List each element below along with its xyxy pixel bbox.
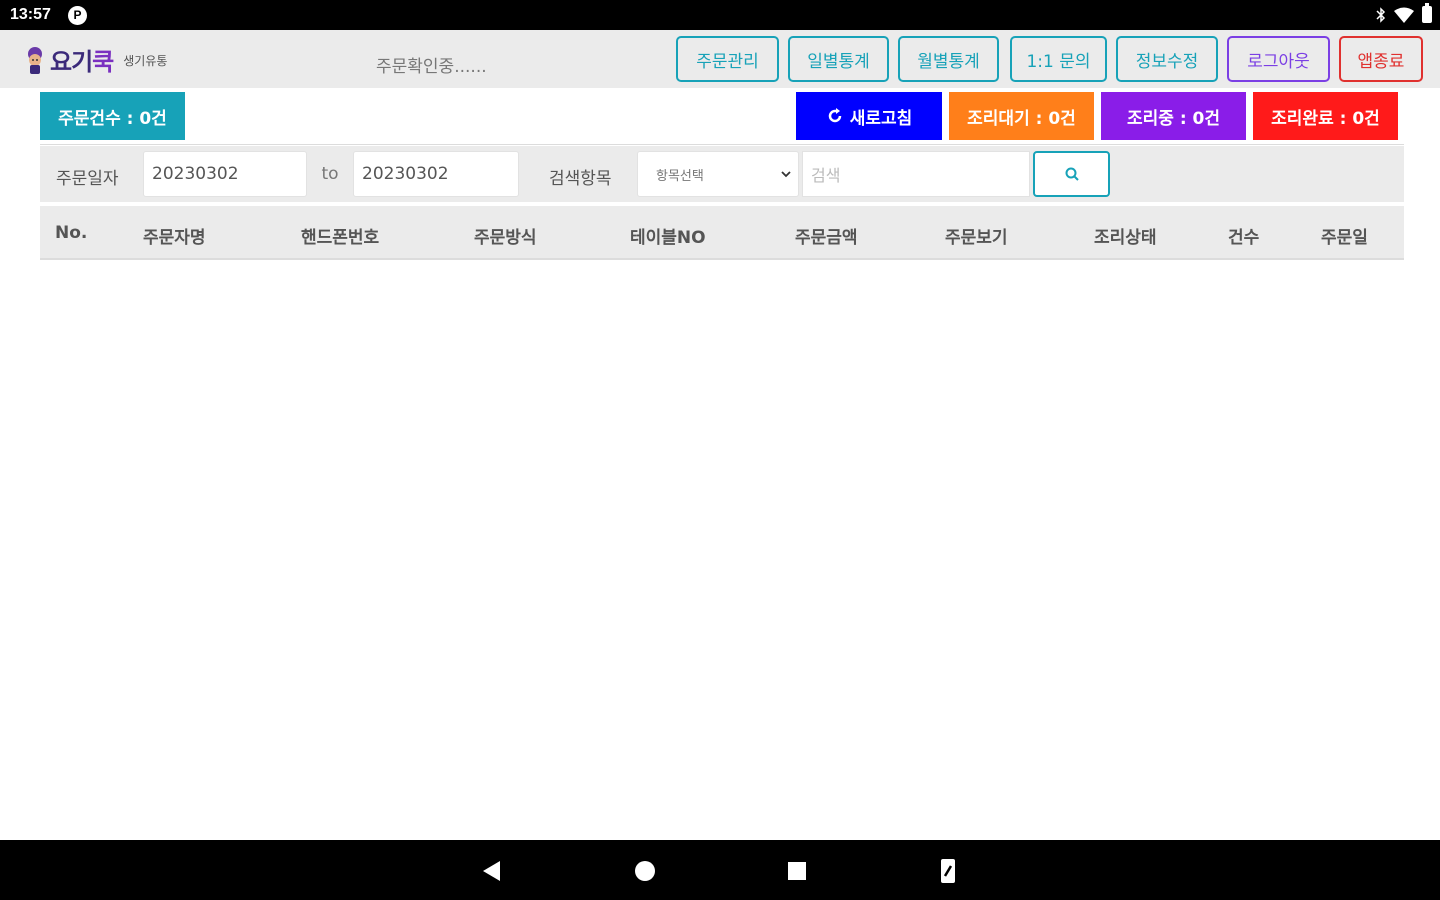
logo-accent-text: 쿡 xyxy=(92,48,114,76)
status-bar: 13:57 P xyxy=(0,0,1440,30)
status-icons xyxy=(1376,3,1432,23)
date-to-label: to xyxy=(321,164,339,184)
date-label: 주문일자 xyxy=(56,169,119,189)
nav-daily-stats-button[interactable]: 일별통계 xyxy=(788,36,889,82)
column-header-order-date: 주문일 xyxy=(1321,228,1368,248)
order-status-text: 주문확인중...... xyxy=(376,57,487,77)
nav-exit-app-button[interactable]: 앱종료 xyxy=(1339,36,1423,82)
status-time: 13:57 xyxy=(10,6,51,23)
column-header-phone: 핸드폰번호 xyxy=(301,228,380,248)
nav-inquiry-button[interactable]: 1:1 문의 xyxy=(1010,36,1107,82)
refresh-icon xyxy=(828,108,841,123)
column-header-table-no: 테이블NO xyxy=(630,228,706,248)
app-logo: 요기쿡 생기유통 xyxy=(22,42,167,77)
column-header-customer-name: 주문자명 xyxy=(143,228,206,248)
search-button[interactable] xyxy=(1033,151,1110,197)
refresh-button[interactable]: 새로고침 xyxy=(796,92,942,140)
app-notification-icon: P xyxy=(68,6,87,25)
date-to-input[interactable]: 20230302 xyxy=(353,151,519,197)
refresh-label: 새로고침 xyxy=(849,108,913,129)
wifi-icon xyxy=(1394,7,1414,23)
nav-edit-info-button[interactable]: 정보수정 xyxy=(1116,36,1218,82)
search-icon xyxy=(1065,167,1079,181)
divider xyxy=(40,144,1404,145)
orders-table-header: No. 주문자명 핸드폰번호 주문방식 테이블NO 주문금액 주문보기 조리상태… xyxy=(40,206,1404,260)
search-field-label: 검색항목 xyxy=(549,169,612,189)
column-header-order-type: 주문방식 xyxy=(474,228,537,248)
logo-main-text: 요기 xyxy=(50,48,93,76)
cook-wait-button[interactable]: 조리대기 : 0건 xyxy=(949,92,1094,140)
cooking-button[interactable]: 조리중 : 0건 xyxy=(1101,92,1246,140)
filter-bar: 주문일자 20230302 to 20230302 검색항목 항목선택 검색 xyxy=(40,146,1404,202)
app-header: 요기쿡 생기유통 주문확인중...... 주문관리 일별통계 월별통계 1:1 … xyxy=(0,30,1440,88)
column-header-amount: 주문금액 xyxy=(795,228,858,248)
logo-text: 요기쿡 xyxy=(50,42,114,77)
date-from-input[interactable]: 20230302 xyxy=(143,151,307,197)
home-icon[interactable] xyxy=(630,856,660,886)
column-header-cook-status: 조리상태 xyxy=(1094,228,1157,248)
logo-subtitle: 생기유통 xyxy=(123,54,168,68)
order-count-badge: 주문건수 : 0건 xyxy=(40,92,185,140)
recents-icon[interactable] xyxy=(782,856,812,886)
bluetooth-icon xyxy=(1376,6,1386,23)
cook-done-button[interactable]: 조리완료 : 0건 xyxy=(1253,92,1398,140)
column-header-no: No. xyxy=(55,223,88,243)
nav-order-management-button[interactable]: 주문관리 xyxy=(676,36,779,82)
chef-logo-icon xyxy=(28,46,42,74)
battery-icon xyxy=(1422,3,1432,23)
search-field-select[interactable]: 항목선택 xyxy=(637,151,799,197)
search-input[interactable]: 검색 xyxy=(802,151,1030,197)
nav-logout-button[interactable]: 로그아웃 xyxy=(1227,36,1330,82)
nav-monthly-stats-button[interactable]: 월별통계 xyxy=(898,36,999,82)
rotate-screen-icon[interactable] xyxy=(933,856,963,886)
chevron-down-icon xyxy=(781,171,791,178)
column-header-count: 건수 xyxy=(1228,228,1260,248)
column-header-view-order: 주문보기 xyxy=(945,228,1008,248)
search-field-select-value: 항목선택 xyxy=(656,168,704,184)
system-navigation-bar xyxy=(0,840,1440,900)
back-icon[interactable] xyxy=(477,856,507,886)
